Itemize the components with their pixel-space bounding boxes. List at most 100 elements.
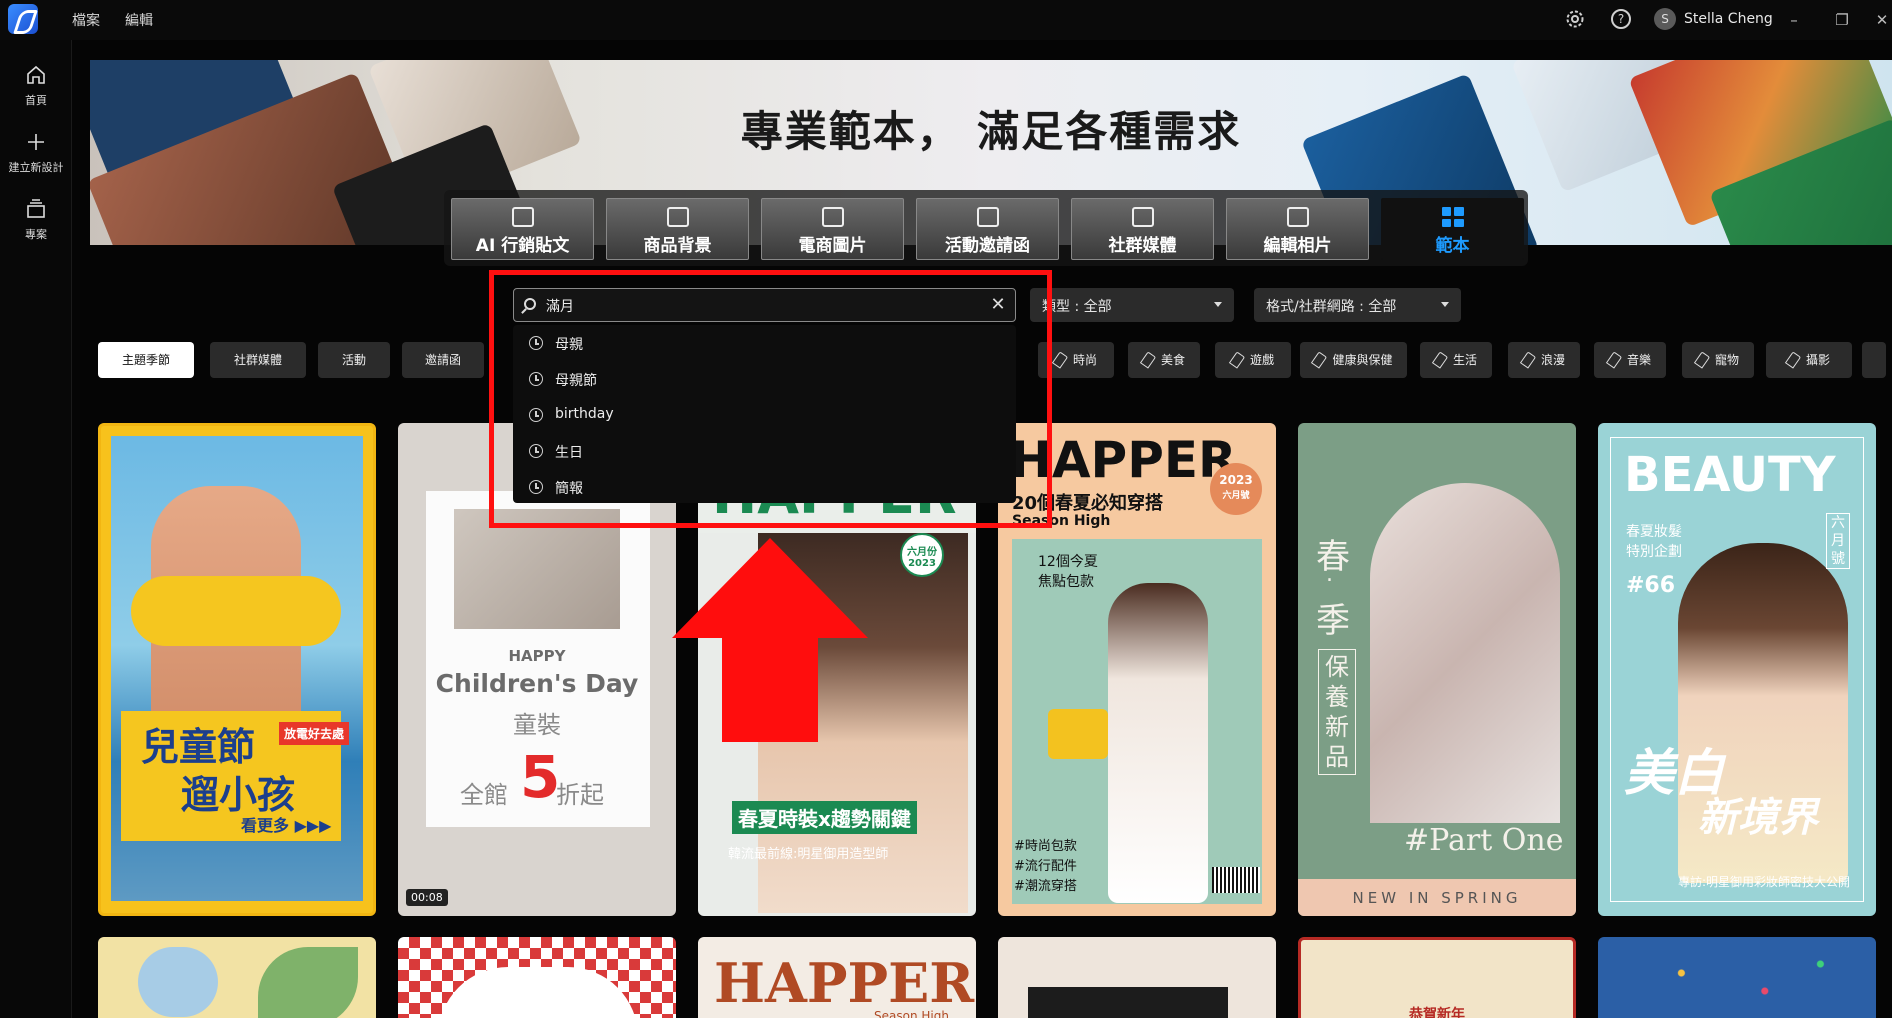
stack-icon [27, 199, 45, 218]
chip-label: 浪漫 [1540, 353, 1565, 367]
chip-invitation[interactable]: 邀請函 [402, 342, 484, 378]
pin-icon [1431, 351, 1449, 369]
grid-icon [1441, 207, 1464, 227]
chip-theme-season[interactable]: 主題季節 [98, 342, 194, 378]
app-window: 檔案 編輯 ? S Stella Cheng – ❐ ✕ 首頁 建立新設計 專案 [0, 0, 1892, 1018]
chip-label: 遊戲 [1249, 353, 1274, 367]
nav-new-design-label: 建立新設計 [8, 161, 64, 174]
card-text: 全館 [460, 781, 508, 809]
chip-pets[interactable]: 寵物 [1682, 342, 1754, 378]
help-icon[interactable]: ? [1611, 9, 1631, 29]
card-vertical-text: 春 [1316, 537, 1350, 577]
nav-projects[interactable]: 專案 [0, 198, 72, 242]
template-card[interactable] [998, 937, 1276, 1018]
template-card[interactable] [398, 937, 676, 1018]
chip-romance[interactable]: 浪漫 [1508, 342, 1580, 378]
card-subtitle: 韓流最前線:明星御用造型師 [728, 847, 889, 862]
card-title: 恭賀新年 [1409, 1007, 1465, 1018]
nav-projects-label: 專案 [25, 228, 47, 241]
tab-product-background[interactable]: 商品背景 [606, 198, 749, 260]
chip-games[interactable]: 遊戲 [1215, 342, 1291, 378]
settings-gear-icon[interactable] [1565, 9, 1585, 29]
up-arrow-annotation-icon [672, 538, 868, 742]
template-card[interactable] [1598, 937, 1876, 1018]
format-filter-dropdown[interactable]: 格式/社群網路 : 全部 [1254, 288, 1461, 322]
tab-label: 商品背景 [643, 236, 712, 256]
template-card[interactable]: BEAUTY 春夏妝髮 特別企劃 #66 六月號 美白 新境界 專訪:明星御用彩… [1598, 423, 1876, 916]
tab-social-media[interactable]: 社群媒體 [1071, 198, 1214, 260]
chip-music[interactable]: 音樂 [1594, 342, 1666, 378]
tab-label: AI 行銷貼文 [475, 236, 570, 256]
chip-social-media[interactable]: 社群媒體 [210, 342, 306, 378]
type-filter-label: 類型 : 全部 [1042, 299, 1112, 315]
card-footer: NEW IN SPRING [1352, 889, 1522, 907]
nav-new-design[interactable]: 建立新設計 [0, 131, 72, 175]
nav-home[interactable]: 首頁 [0, 64, 72, 108]
avatar[interactable]: S [1654, 8, 1676, 30]
tab-templates[interactable]: 範本 [1381, 198, 1524, 260]
chip-label: 美食 [1160, 353, 1185, 367]
chip-overflow[interactable] [1862, 342, 1886, 378]
chip-health[interactable]: 健康與保健 [1300, 342, 1407, 378]
card-label-shape [438, 967, 638, 1018]
card-cta: 看更多 ▶▶▶ [241, 816, 332, 835]
tab-edit-photo[interactable]: 編輯相片 [1226, 198, 1369, 260]
pin-icon [1519, 351, 1537, 369]
template-card[interactable]: 春 ‧ 季 保養新品 #Part One NEW IN SPRING [1298, 423, 1576, 916]
type-filter-dropdown[interactable]: 類型 : 全部 [1030, 288, 1234, 322]
restore-icon[interactable]: ❐ [1830, 8, 1854, 32]
chip-events[interactable]: 活動 [318, 342, 390, 378]
title-bar: 檔案 編輯 ? S Stella Cheng – ❐ ✕ [0, 0, 1892, 40]
template-card[interactable] [98, 937, 376, 1018]
tab-ecommerce-image[interactable]: 電商圖片 [761, 198, 904, 260]
tab-label: 活動邀請函 [945, 236, 1030, 256]
menu-edit[interactable]: 編輯 [125, 10, 153, 30]
category-tab-bar: AI 行銷貼文 商品背景 電商圖片 活動邀請函 社群媒體 編輯相片 範本 [444, 190, 1528, 266]
tab-label: 社群媒體 [1108, 236, 1177, 256]
card-brand: BEAUTY [1624, 447, 1836, 503]
user-name[interactable]: Stella Cheng [1684, 11, 1773, 27]
template-card[interactable]: HAPPER Season High [698, 937, 976, 1018]
chip-lifestyle[interactable]: 生活 [1420, 342, 1492, 378]
card-stamp: 六月份 2023 [900, 533, 944, 577]
calendar-icon [976, 207, 999, 227]
card-vertical-label: 保養新品 [1318, 649, 1356, 775]
format-filter-label: 格式/社群網路 : 全部 [1266, 299, 1397, 315]
menu-file[interactable]: 檔案 [72, 10, 100, 30]
card-text: Children's Day [435, 669, 639, 698]
left-sidebar: 首頁 建立新設計 專案 [0, 40, 72, 1018]
tab-ai-marketing-post[interactable]: AI 行銷貼文 [451, 198, 594, 260]
template-card[interactable]: 恭賀新年 [1298, 937, 1576, 1018]
card-issue: #66 [1626, 573, 1676, 598]
card-month: 六月號 [1826, 513, 1850, 569]
video-duration-badge: 00:08 [406, 889, 448, 906]
template-card[interactable]: 兒童節 遛小孩 放電好去處 看更多 ▶▶▶ [98, 423, 376, 916]
card-footer: 專訪:明星御用彩妝師密技大公開 [1678, 875, 1851, 889]
card-vertical-text: 季 [1316, 601, 1350, 641]
card-leaf-shape [258, 947, 358, 1018]
pin-icon [1784, 351, 1802, 369]
card-title: 遛小孩 [181, 773, 296, 817]
image-edit-icon [666, 207, 689, 227]
card-handbag [1048, 709, 1108, 759]
pin-icon [1139, 351, 1157, 369]
card-callout: 12個今夏 [1038, 554, 1098, 570]
card-leaf-shape [138, 947, 218, 1017]
close-window-icon[interactable]: ✕ [1870, 8, 1892, 32]
card-subtitle: 春夏妝髮 [1626, 524, 1682, 540]
ai-pen-icon [511, 207, 534, 227]
card-text: 折起 [556, 781, 604, 809]
card-title: #Part One [1404, 823, 1564, 858]
card-stamp-line: 六月份 [907, 547, 937, 558]
film-icon [1131, 207, 1154, 227]
card-month: 六月號 [1222, 491, 1250, 501]
chip-label: 攝影 [1805, 353, 1830, 367]
tab-event-invitation[interactable]: 活動邀請函 [916, 198, 1059, 260]
card-brand: HAPPER [714, 951, 975, 1015]
card-title: 新境界 [1698, 795, 1818, 841]
nav-home-label: 首頁 [25, 94, 47, 107]
chip-photography[interactable]: 攝影 [1766, 342, 1852, 378]
card-hashtag: #流行配件 [1014, 859, 1077, 874]
chip-food[interactable]: 美食 [1128, 342, 1200, 378]
minimize-icon[interactable]: – [1782, 8, 1806, 32]
